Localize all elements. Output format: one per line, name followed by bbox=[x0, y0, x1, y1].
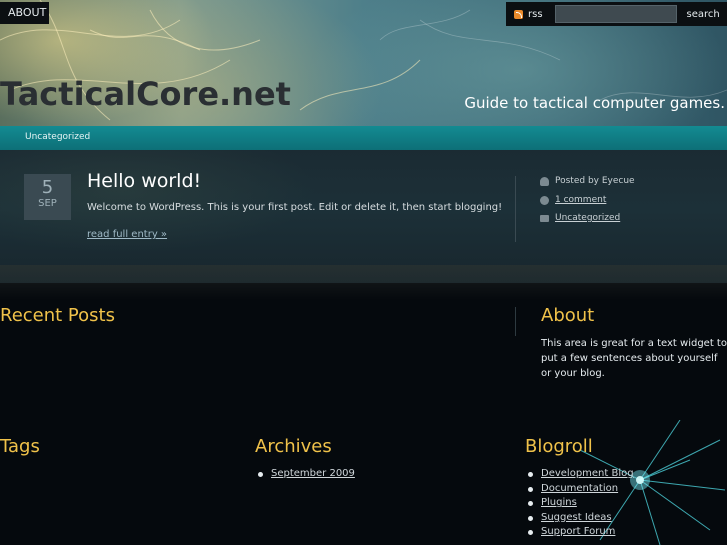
rss-icon[interactable] bbox=[514, 9, 523, 19]
comment-icon bbox=[540, 195, 549, 205]
list-item: Suggest Ideas bbox=[525, 511, 634, 526]
post-excerpt: Welcome to WordPress. This is your first… bbox=[87, 202, 503, 213]
site-header: ABOUT rss search TacticalCore.net Guide … bbox=[0, 0, 727, 126]
blogroll-list: Development Blog Documentation Plugins S… bbox=[525, 467, 634, 540]
post-date-month: SEP bbox=[38, 198, 57, 209]
post-area-bottom-fade bbox=[0, 265, 727, 300]
list-item: Plugins bbox=[525, 496, 634, 511]
comments-link[interactable]: 1 comment bbox=[555, 195, 606, 205]
post-title[interactable]: Hello world! bbox=[87, 170, 201, 192]
post-date-day: 5 bbox=[41, 177, 54, 198]
user-icon bbox=[540, 176, 549, 186]
read-more-link[interactable]: read full entry » bbox=[87, 229, 167, 240]
about-text: This area is great for a text widget to … bbox=[541, 338, 727, 379]
archives-heading: Archives bbox=[255, 436, 332, 457]
post-meta-category: Uncategorized bbox=[540, 213, 620, 223]
search-input[interactable] bbox=[554, 5, 677, 23]
recent-posts-heading: Recent Posts bbox=[0, 305, 115, 326]
blogroll-link-development-blog[interactable]: Development Blog bbox=[541, 468, 634, 479]
about-heading: About bbox=[541, 305, 595, 326]
archive-link-september-2009[interactable]: September 2009 bbox=[271, 468, 355, 479]
list-item: Support Forum bbox=[525, 525, 634, 540]
post-meta-divider bbox=[515, 176, 516, 242]
list-item: Documentation bbox=[525, 482, 634, 497]
blogroll-link-plugins[interactable]: Plugins bbox=[541, 497, 577, 508]
rss-link[interactable]: rss bbox=[528, 9, 543, 20]
site-tagline: Guide to tactical computer games. bbox=[464, 94, 725, 112]
blogroll-link-suggest-ideas[interactable]: Suggest Ideas bbox=[541, 512, 612, 523]
list-item: Development Blog bbox=[525, 467, 634, 482]
nav-item-uncategorized[interactable]: Uncategorized bbox=[25, 132, 90, 142]
nav-tab-about[interactable]: ABOUT bbox=[0, 2, 49, 24]
blogroll-link-documentation[interactable]: Documentation bbox=[541, 483, 618, 494]
archives-list: September 2009 bbox=[255, 467, 355, 482]
topbar-utility: rss search bbox=[506, 2, 727, 26]
blogroll-link-support-forum[interactable]: Support Forum bbox=[541, 526, 615, 537]
list-item: September 2009 bbox=[255, 467, 355, 482]
site-title[interactable]: TacticalCore.net bbox=[0, 75, 291, 113]
post-date: 5 SEP bbox=[24, 174, 71, 220]
blogroll-heading: Blogroll bbox=[525, 436, 593, 457]
about-divider bbox=[515, 307, 516, 336]
category-nav: Uncategorized bbox=[0, 126, 727, 150]
post-meta-author: Posted by Eyecue bbox=[540, 176, 635, 186]
folder-icon bbox=[540, 214, 549, 222]
post-author: Posted by Eyecue bbox=[555, 176, 635, 186]
post-meta-comments: 1 comment bbox=[540, 195, 606, 205]
tags-heading: Tags bbox=[0, 436, 40, 457]
category-link[interactable]: Uncategorized bbox=[555, 213, 620, 223]
search-button[interactable]: search bbox=[687, 9, 720, 20]
